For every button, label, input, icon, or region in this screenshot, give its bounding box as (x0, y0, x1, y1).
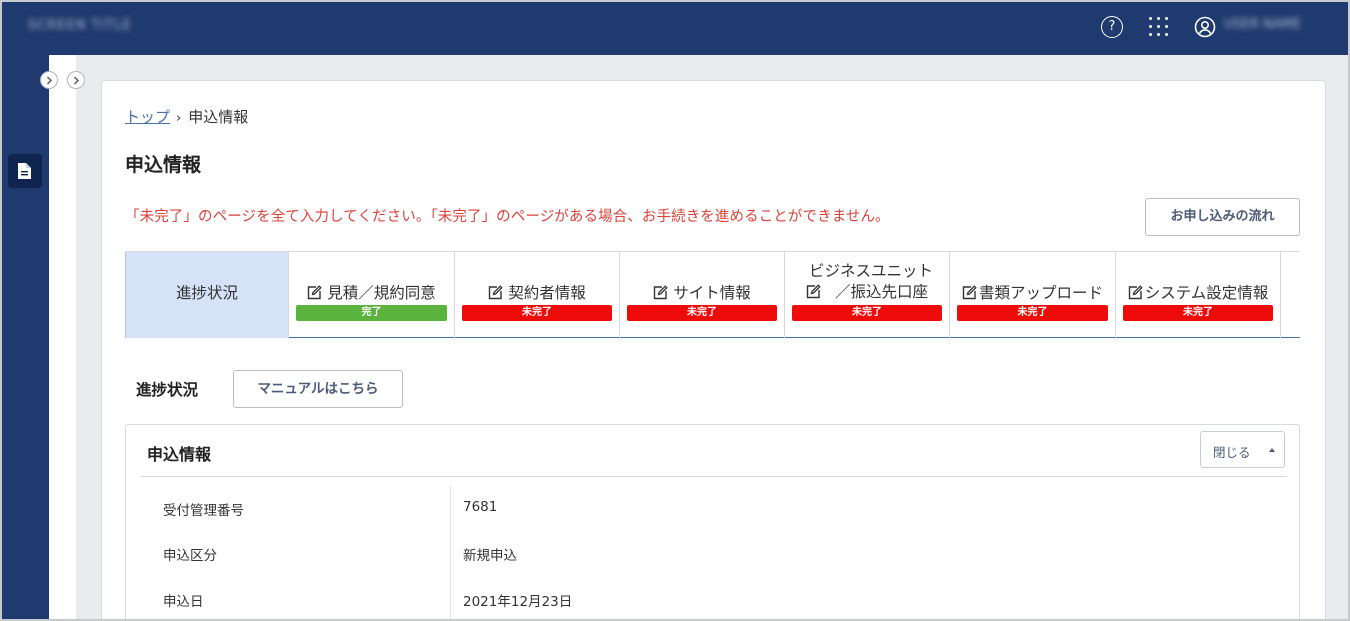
tab-label: サイト情報 (673, 284, 751, 302)
row-key-application-type: 申込区分 (163, 548, 217, 564)
user-circle-icon[interactable] (1194, 16, 1216, 38)
manual-button[interactable]: マニュアルはこちら (233, 370, 403, 408)
breadcrumb-top-link[interactable]: トップ (125, 108, 170, 126)
row-value-application-type: 新規申込 (463, 548, 517, 564)
incomplete-warning-text: 「未完了」のページを全て入力してください。「未完了」のページがある場合、お手続き… (125, 209, 890, 225)
collapse-button-label: 閉じる (1213, 445, 1251, 460)
edit-icon (653, 285, 668, 304)
info-panel-title: 申込情報 (147, 445, 212, 464)
row-value-application-date: 2021年12月23日 (463, 594, 573, 610)
status-badge: 未完了 (627, 305, 777, 321)
column-divider (450, 486, 451, 621)
collapse-button[interactable]: 閉じる (1200, 431, 1285, 468)
application-info-panel (125, 424, 1300, 621)
grid-apps-icon[interactable] (1148, 16, 1170, 38)
top-header-bar: SCREEN TITLE ? USER NAME (0, 0, 1350, 55)
help-circle-icon[interactable]: ? (1101, 16, 1123, 38)
tab-label: 契約者情報 (508, 284, 586, 302)
tab-label-line2: ／振込先口座 (834, 283, 928, 301)
tab-contractor-info[interactable]: 契約者情報 未完了 (455, 252, 620, 338)
tab-label: 進捗状況 (175, 284, 238, 302)
secondary-panel (49, 55, 76, 621)
status-badge: 完了 (296, 305, 447, 321)
sidebar-expand-chevron-right-icon[interactable] (40, 71, 58, 89)
tab-progress[interactable]: 進捗状況 (125, 252, 289, 338)
edit-icon (307, 285, 322, 304)
divider (140, 476, 1287, 477)
tab-document-upload[interactable]: 書類アップロード 未完了 (950, 252, 1116, 338)
breadcrumb-separator: › (176, 111, 182, 126)
edit-icon (962, 285, 977, 304)
status-badge: 未完了 (957, 305, 1108, 321)
edit-icon (1128, 285, 1143, 304)
status-badge: 未完了 (1123, 305, 1273, 321)
status-badge: 未完了 (462, 305, 612, 321)
progress-section-title: 進捗状況 (136, 381, 199, 399)
edit-icon (806, 284, 821, 305)
tab-label-line1: ビジネスユニット (808, 262, 933, 280)
sidebar (0, 55, 49, 621)
application-flow-button[interactable]: お申し込みの流れ (1145, 198, 1300, 236)
user-name[interactable]: USER NAME (1224, 17, 1301, 32)
tab-label: システム設定情報 (1144, 284, 1269, 302)
breadcrumb-current: 申込情報 (188, 108, 249, 126)
tab-estimate-terms[interactable]: 見積／規約同意 完了 (289, 252, 455, 338)
tab-site-info[interactable]: サイト情報 未完了 (620, 252, 785, 338)
panel-expand-chevron-right-icon[interactable] (67, 71, 85, 89)
row-value-reception-number: 7681 (463, 499, 498, 515)
breadcrumb: トップ › 申込情報 (125, 106, 248, 127)
page-title: 申込情報 (125, 154, 202, 176)
app-title: SCREEN TITLE (28, 18, 132, 33)
edit-icon (488, 285, 503, 304)
row-key-application-date: 申込日 (163, 594, 204, 610)
caret-up-icon (1269, 448, 1275, 452)
status-badge: 未完了 (792, 305, 942, 321)
document-icon[interactable] (8, 154, 42, 188)
step-tabs: 進捗状況 見積／規約同意 完了 契約者情報 未完了 サイト情報 未完了 ビジネス… (125, 251, 1300, 338)
tab-label: 書類アップロード (978, 284, 1103, 302)
tab-label: 見積／規約同意 (327, 284, 436, 302)
row-key-reception-number: 受付管理番号 (163, 503, 244, 519)
tab-business-unit[interactable]: ビジネスユニット ／振込先口座 未完了 (785, 252, 950, 338)
tab-system-settings[interactable]: システム設定情報 未完了 (1116, 252, 1281, 338)
